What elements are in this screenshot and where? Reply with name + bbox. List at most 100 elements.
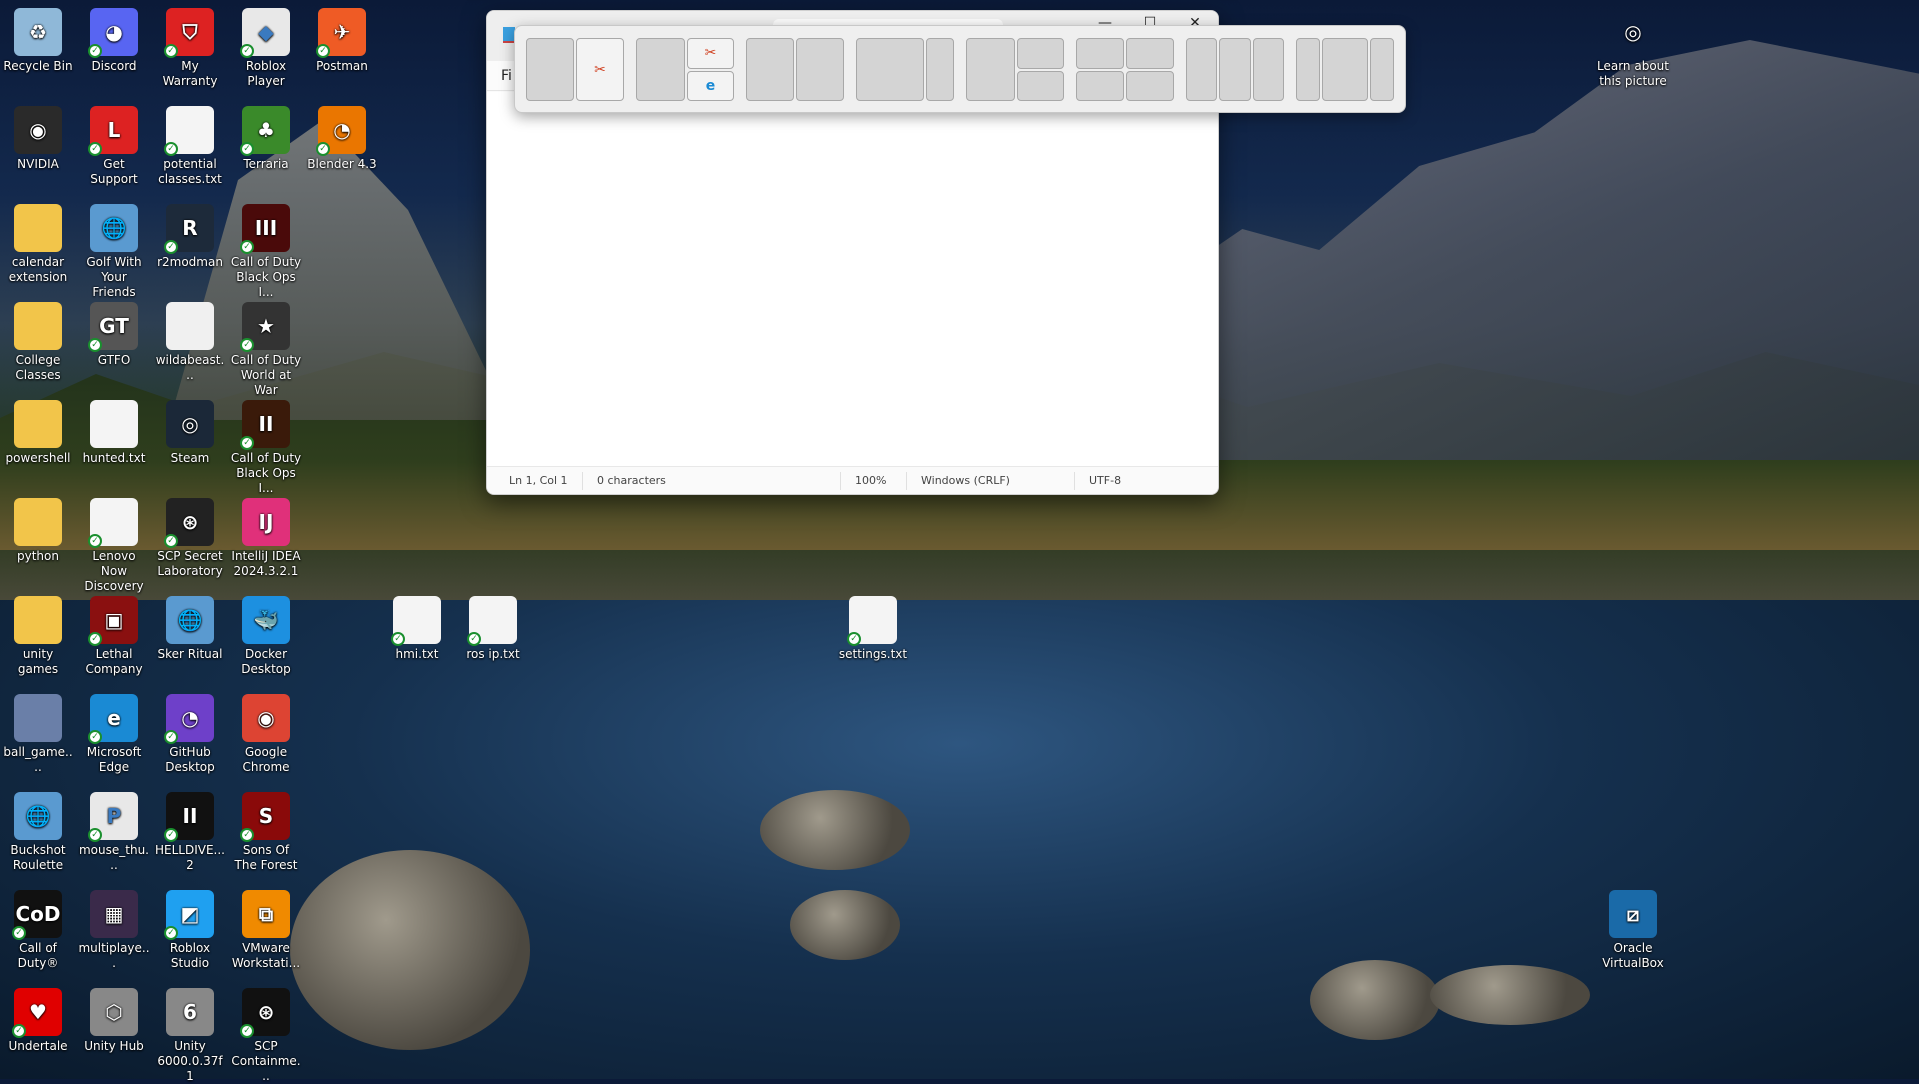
desktop-icon[interactable]: ⛉ ✓ My Warranty <box>152 8 228 89</box>
wallpaper-rock <box>760 790 910 870</box>
desktop-icon[interactable]: ♥ ✓ Undertale <box>0 988 76 1054</box>
desktop-icon[interactable]: ◕ ✓ Discord <box>76 8 152 74</box>
desktop-icon[interactable]: hunted.txt <box>76 400 152 466</box>
sync-status-icon: ✓ <box>164 926 178 940</box>
desktop-icon[interactable]: python <box>0 498 76 564</box>
desktop-icon-label: Get Support <box>90 157 138 186</box>
snap-layout-halves-2 <box>746 38 844 101</box>
desktop-icon[interactable]: wildabeast... <box>152 302 228 383</box>
desktop-icon[interactable]: ◎ Learn about this picture <box>1595 8 1671 89</box>
desktop-icon[interactable]: ◩ ✓ Roblox Studio <box>152 890 228 971</box>
desktop-icon-label: unity games <box>17 647 59 676</box>
desktop-icon-label: Microsoft Edge <box>86 745 142 774</box>
wallpaper-rock <box>1430 965 1590 1025</box>
snap-zone[interactable] <box>1219 38 1251 101</box>
snap-zone[interactable] <box>1076 70 1124 101</box>
snap-zone[interactable] <box>1322 38 1368 101</box>
snap-zone[interactable] <box>966 38 1015 101</box>
desktop-icon[interactable]: S ✓ Sons Of The Forest <box>228 792 304 873</box>
desktop-icon[interactable]: ✓ settings.txt <box>835 596 911 662</box>
desktop-icon-label: Sker Ritual <box>157 647 223 661</box>
zoom-level[interactable]: 100% <box>841 471 907 490</box>
desktop-icon[interactable]: 🌐 Sker Ritual <box>152 596 228 662</box>
snap-zone[interactable] <box>1252 38 1284 101</box>
desktop-icon[interactable]: ◔ ✓ GitHub Desktop <box>152 694 228 775</box>
desktop-icon[interactable]: e ✓ Microsoft Edge <box>76 694 152 775</box>
desktop-icon[interactable]: II ✓ Call of Duty Black Ops I... <box>228 400 304 496</box>
desktop-icon[interactable]: College Classes <box>0 302 76 383</box>
desktop-icon[interactable]: ✓ Lenovo Now Discovery <box>76 498 152 594</box>
desktop-icon[interactable]: ♣ ✓ Terraria <box>228 106 304 172</box>
desktop-icon[interactable]: ⧄ Oracle VirtualBox <box>1595 890 1671 971</box>
docker-icon: 🐳 <box>242 596 290 644</box>
snap-zone[interactable] <box>1126 70 1174 101</box>
desktop-icon[interactable]: calendar extension <box>0 204 76 285</box>
desktop-icon[interactable]: ★ ✓ Call of Duty World at War <box>228 302 304 398</box>
desktop-icon[interactable]: R ✓ r2modman <box>152 204 228 270</box>
desktop-icon[interactable]: ⊛ ✓ SCP Secret Laboratory <box>152 498 228 579</box>
encoding[interactable]: UTF-8 <box>1075 472 1135 490</box>
blender-icon: ◔ ✓ <box>316 106 366 156</box>
desktop-icon[interactable]: ◎ Steam <box>152 400 228 466</box>
snap-zone[interactable] <box>796 38 844 101</box>
snap-zone[interactable]: ✂ <box>687 38 734 69</box>
desktop-icon[interactable]: ⊛ ✓ SCP Containme... <box>228 988 304 1084</box>
roblox-icon: ◆ ✓ <box>240 8 290 58</box>
menu-file[interactable]: Fi <box>501 68 512 84</box>
warranty-icon: ⛉ ✓ <box>164 8 214 58</box>
desktop-icon[interactable]: 🐳 Docker Desktop <box>228 596 304 677</box>
desktop-icon[interactable]: P ✓ mouse_thu... <box>76 792 152 873</box>
snap-zone[interactable] <box>1186 38 1218 101</box>
desktop-icon[interactable]: GT ✓ GTFO <box>76 302 152 368</box>
desktop-icon-label: python <box>17 549 59 563</box>
camera-icon: ◎ <box>1624 19 1642 44</box>
desktop-icon-label: Call of Duty® <box>17 941 59 970</box>
desktop-icon[interactable]: II ✓ HELLDIVE... 2 <box>152 792 228 873</box>
desktop-icon[interactable]: ◉ NVIDIA <box>0 106 76 172</box>
desktop-icon-label: ros ip.txt <box>466 647 520 661</box>
desktop-icon-label: Sons Of The Forest <box>234 843 298 872</box>
snap-zone[interactable] <box>1076 38 1124 69</box>
desktop-icon[interactable]: 🌐 Golf With Your Friends <box>76 204 152 300</box>
sync-status-icon: ✓ <box>391 632 405 646</box>
desktop-icon[interactable]: ✓ hmi.txt <box>379 596 455 662</box>
desktop-icon[interactable]: III ✓ Call of Duty Black Ops I... <box>228 204 304 300</box>
globe-icon: 🌐 <box>90 204 138 252</box>
snap-zone[interactable] <box>636 38 685 101</box>
snap-zone[interactable] <box>1370 38 1394 101</box>
desktop-icon[interactable]: L ✓ Get Support <box>76 106 152 187</box>
desktop-icon[interactable]: ⧉ VMware Workstati... <box>228 890 304 971</box>
desktop-icon[interactable]: ◉ Google Chrome <box>228 694 304 775</box>
snap-zone[interactable]: e <box>687 70 734 101</box>
snap-zone[interactable] <box>926 38 954 101</box>
desktop-icon[interactable]: ⬡ Unity Hub <box>76 988 152 1054</box>
desktop-icon[interactable]: 🌐 Buckshot Roulette <box>0 792 76 873</box>
desktop-icon[interactable]: ball_game.... <box>0 694 76 775</box>
desktop-icon[interactable]: ◔ ✓ Blender 4.3 <box>304 106 380 172</box>
line-ending[interactable]: Windows (CRLF) <box>907 471 1075 490</box>
globe-icon: 🌐 <box>166 596 214 644</box>
snap-zone[interactable] <box>746 38 794 101</box>
snap-zone[interactable]: ✂ <box>576 38 624 101</box>
desktop-icon[interactable]: ✈ ✓ Postman <box>304 8 380 74</box>
desktop-icon[interactable]: IJ IntelliJ IDEA 2024.3.2.1 <box>228 498 304 579</box>
desktop-icon[interactable]: ▦ multiplaye... <box>76 890 152 971</box>
desktop-icon[interactable]: ✓ ros ip.txt <box>455 596 531 662</box>
desktop-icon[interactable]: CoD ✓ Call of Duty® <box>0 890 76 971</box>
snap-zone[interactable] <box>1017 70 1064 101</box>
snap-zone[interactable] <box>1126 38 1174 69</box>
snap-zone[interactable] <box>856 38 925 101</box>
desktop-icon[interactable]: ✓ potential classes.txt <box>152 106 228 187</box>
desktop-icon[interactable]: 6 Unity 6000.0.37f1 <box>152 988 228 1084</box>
snap-zone[interactable] <box>1296 38 1320 101</box>
lenovo-support-icon: L ✓ <box>88 106 138 156</box>
desktop-icon[interactable]: powershell <box>0 400 76 466</box>
desktop-icon[interactable]: ◆ ✓ Roblox Player <box>228 8 304 89</box>
desktop-icon[interactable]: ♻ Recycle Bin <box>0 8 76 74</box>
snap-zone[interactable] <box>1017 38 1064 69</box>
call-of-duty-icon: II ✓ <box>240 400 290 450</box>
desktop-icon[interactable]: ▣ ✓ Lethal Company <box>76 596 152 677</box>
snap-zone[interactable] <box>526 38 574 101</box>
desktop-icon[interactable]: unity games <box>0 596 76 677</box>
text-editor[interactable] <box>487 92 1218 466</box>
